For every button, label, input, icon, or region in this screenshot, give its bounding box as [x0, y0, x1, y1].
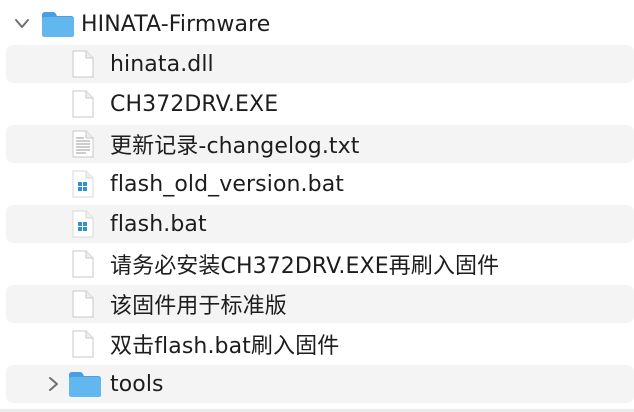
document-icon	[72, 330, 94, 358]
document-icon	[72, 50, 94, 78]
text-document-icon	[72, 130, 94, 158]
file-name: hinata.dll	[110, 51, 214, 77]
windows-batch-icon	[72, 170, 94, 198]
folder-name: tools	[110, 371, 164, 397]
file-row[interactable]: CH372DRV.EXE	[6, 85, 634, 123]
file-row[interactable]: flash_old_version.bat	[6, 165, 634, 203]
folder-icon	[42, 12, 74, 37]
file-row[interactable]: 更新记录-changelog.txt	[6, 125, 634, 163]
document-icon	[72, 90, 94, 118]
document-icon	[72, 290, 94, 318]
folder-name: HINATA-Firmware	[81, 11, 271, 37]
chevron-right-icon[interactable]	[46, 376, 60, 392]
chevron-down-icon[interactable]	[14, 17, 30, 31]
file-row[interactable]: 双击flash.bat刷入固件	[6, 325, 634, 363]
file-name: 双击flash.bat刷入固件	[110, 334, 340, 359]
folder-row-hinata-firmware[interactable]: HINATA-Firmware	[6, 5, 634, 43]
file-row[interactable]: 请务必安装CH372DRV.EXE再刷入固件	[6, 245, 634, 283]
file-name: 该固件用于标准版	[110, 294, 287, 319]
file-name: 更新记录-changelog.txt	[110, 134, 360, 159]
file-list: HINATA-Firmware hinata.dll CH372DRV.EXE	[0, 0, 634, 412]
windows-batch-icon	[72, 210, 94, 238]
document-icon	[72, 250, 94, 278]
file-name: 请务必安装CH372DRV.EXE再刷入固件	[110, 254, 500, 279]
file-name: flash.bat	[110, 211, 207, 237]
file-row[interactable]: flash.bat	[6, 205, 634, 243]
file-name: flash_old_version.bat	[110, 171, 345, 197]
folder-icon	[69, 372, 101, 397]
file-row[interactable]: hinata.dll	[6, 45, 634, 83]
folder-row-tools[interactable]: tools	[6, 365, 634, 403]
file-row[interactable]: 该固件用于标准版	[6, 285, 634, 323]
file-name: CH372DRV.EXE	[110, 91, 279, 117]
